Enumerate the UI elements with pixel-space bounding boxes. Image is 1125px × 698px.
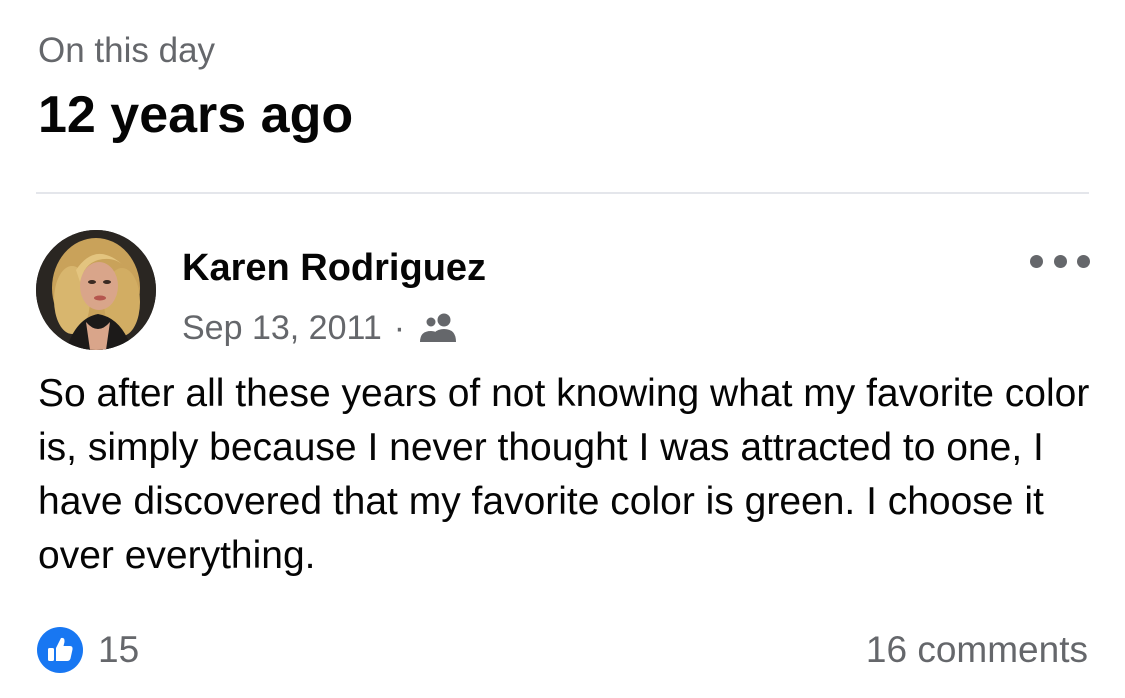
reactions-summary[interactable]: 15 [36,626,139,674]
friends-icon[interactable] [419,311,459,345]
on-this-day-label: On this day [38,31,216,70]
memory-header: On this day 12 years ago [38,26,353,150]
more-dot [1077,254,1090,268]
post-meta: Sep 13, 2011 · [182,306,459,350]
comments-count-link[interactable]: 16 comments [866,626,1088,674]
more-dot [1053,254,1067,268]
author-name[interactable]: Karen Rodriguez [182,244,486,292]
post-text: So after all these years of not knowing … [38,372,1090,577]
memory-years-title: 12 years ago [38,86,354,144]
avatar-image [36,230,156,350]
post-date[interactable]: Sep 13, 2011 [182,306,382,350]
meta-separator: · [393,309,406,347]
more-options-icon[interactable] [1030,248,1090,274]
divider [36,192,1089,194]
like-thumbs-up-icon [37,627,83,673]
like-count: 15 [98,629,140,670]
more-dot [1030,254,1043,268]
avatar[interactable] [36,230,156,350]
